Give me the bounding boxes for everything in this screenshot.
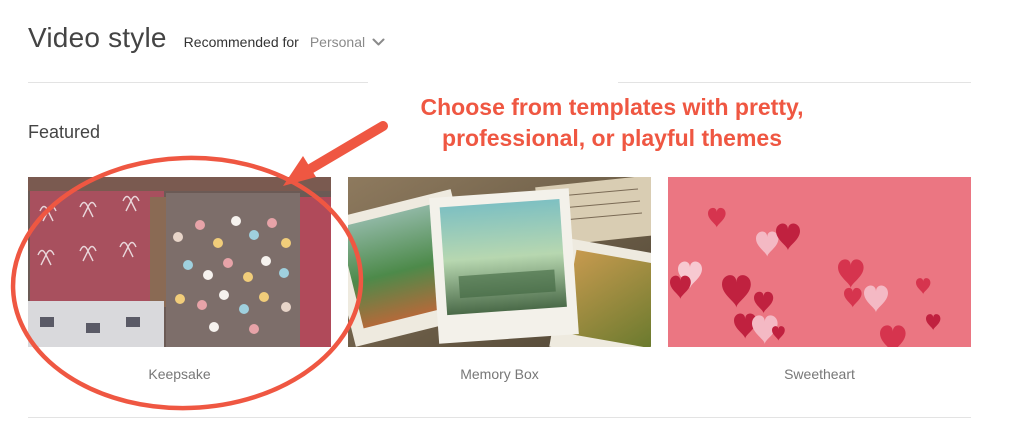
page-header: Video style Recommended for Personal [28, 22, 385, 54]
annotation-line-1: Choose from templates with pretty, [420, 94, 804, 120]
template-label: Sweetheart [784, 366, 855, 382]
keepsake-thumbnail [28, 177, 331, 347]
recommended-for-dropdown[interactable]: Personal [310, 34, 385, 50]
chevron-down-icon [372, 38, 385, 45]
section-divider [28, 417, 971, 418]
recommended-for-value: Personal [309, 34, 366, 50]
section-title-featured: Featured [28, 122, 101, 142]
recommended-for-label: Recommended for [183, 34, 299, 50]
sweetheart-thumbnail [668, 177, 971, 347]
memory-box-thumbnail [348, 177, 651, 347]
template-card-memory-box[interactable]: Memory Box [348, 177, 651, 382]
template-card-keepsake[interactable]: Keepsake [28, 177, 331, 382]
annotation-callout: Choose from templates with pretty, profe… [372, 92, 852, 154]
template-label: Memory Box [460, 366, 539, 382]
annotation-line-2: professional, or playful themes [442, 125, 782, 151]
template-label: Keepsake [148, 366, 211, 382]
template-card-sweetheart[interactable]: Sweetheart [668, 177, 971, 382]
page-title: Video style [28, 22, 167, 53]
